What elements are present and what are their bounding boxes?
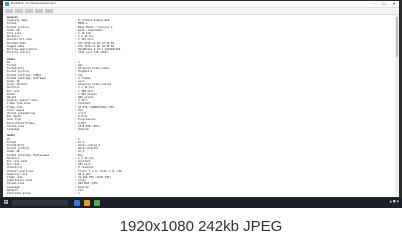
toolbar-open-folder-icon[interactable]: [15, 9, 23, 13]
mediainfo-window: MediaInfo - D:\Videos\sample.mp4 – ☐ ✕ G…: [3, 1, 399, 197]
toolbar-options-icon[interactable]: [45, 9, 53, 13]
info-value: : 1: [75, 192, 80, 195]
taskbar: ⊞ ▲ ■ ◆: [0, 198, 402, 208]
maximize-button[interactable]: ☐: [379, 1, 389, 7]
window-title: MediaInfo - D:\Videos\sample.mp4: [11, 2, 56, 5]
vertical-scrollbar[interactable]: [395, 15, 399, 197]
scrollbar-thumb[interactable]: [396, 17, 398, 57]
start-windows-icon[interactable]: ⊞: [3, 200, 9, 206]
toolbar-view-icon[interactable]: [35, 9, 43, 13]
system-tray-clock[interactable]: ▲ ■ ◆: [369, 199, 399, 203]
screenshot-frame: MediaInfo - D:\Videos\sample.mp4 – ☐ ✕ G…: [0, 0, 402, 208]
taskbar-app-mediainfo-icon[interactable]: [74, 200, 80, 206]
info-key: Alternate group: [7, 192, 31, 195]
toolbar-open-file-icon[interactable]: [5, 9, 13, 13]
title-bar: MediaInfo - D:\Videos\sample.mp4 – ☐ ✕: [3, 1, 399, 8]
taskbar-search-box[interactable]: [12, 200, 68, 206]
info-row: Alternate group : 1: [7, 192, 387, 195]
toolbar-export-icon[interactable]: [25, 9, 33, 13]
close-button[interactable]: ✕: [389, 1, 399, 7]
minimize-button[interactable]: –: [369, 1, 379, 7]
media-info-text-view[interactable]: General Complete name: D:\Videos\sample.m…: [3, 15, 399, 197]
taskbar-app-browser-icon[interactable]: [94, 200, 100, 206]
app-icon: [5, 2, 9, 6]
toolbar: [3, 8, 399, 15]
taskbar-app-explorer-icon[interactable]: [84, 200, 90, 206]
image-caption: 1920x1080 242kb JPEG: [119, 218, 283, 235]
